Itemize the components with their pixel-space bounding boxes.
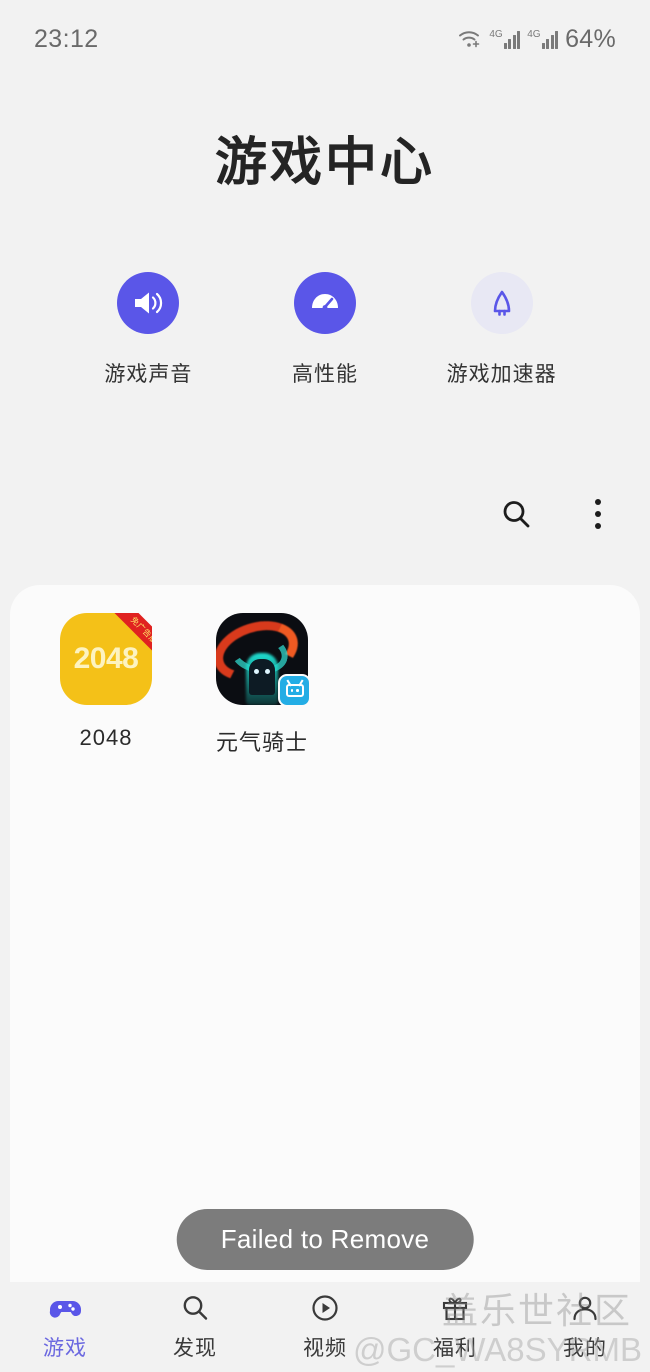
list-toolbar bbox=[494, 492, 620, 536]
battery-percent: 64% bbox=[565, 24, 616, 53]
bottom-navigation: 游戏 发现 视频 福利 我的 bbox=[0, 1282, 650, 1372]
quick-action-game-booster[interactable]: 游戏加速器 bbox=[427, 272, 577, 388]
app-icon-ribbon-badge: 免广告版 bbox=[100, 613, 152, 665]
volume-icon bbox=[117, 272, 180, 334]
signal-icon-2: 4G bbox=[527, 28, 559, 49]
nav-label: 视频 bbox=[303, 1336, 347, 1360]
nav-item-video[interactable]: 视频 bbox=[260, 1293, 390, 1362]
gamepad-icon bbox=[49, 1293, 81, 1323]
app-grid: 2048 免广告版 2048 元气骑士 bbox=[10, 585, 640, 757]
signal-bars-2 bbox=[541, 30, 559, 49]
quick-action-label: 游戏加速器 bbox=[446, 363, 557, 386]
nav-item-benefits[interactable]: 福利 bbox=[390, 1293, 520, 1362]
search-icon bbox=[180, 1293, 210, 1323]
app-label: 元气骑士 bbox=[215, 730, 308, 755]
quick-action-high-performance[interactable]: 高性能 bbox=[250, 272, 400, 388]
app-label: 2048 bbox=[79, 725, 133, 750]
wifi-icon bbox=[458, 29, 482, 49]
rocket-boost-icon bbox=[470, 272, 533, 334]
more-vertical-icon[interactable] bbox=[576, 492, 620, 536]
ribbon-label: 免广告版 bbox=[110, 613, 152, 665]
status-indicators: 4G 4G 64% bbox=[458, 25, 616, 54]
signal-label-2: 4G bbox=[527, 28, 541, 40]
search-icon[interactable] bbox=[494, 492, 538, 536]
app-item-soul-knight[interactable]: 元气骑士 bbox=[184, 613, 340, 757]
quick-action-label: 游戏声音 bbox=[104, 363, 193, 386]
phone-screen: 23:12 4G 4G 64% 游戏中心 游戏声音 高性能 游戏加速器 2048… bbox=[0, 0, 650, 1372]
app-icon-wrapper bbox=[216, 613, 311, 707]
play-circle-icon bbox=[310, 1293, 340, 1323]
status-bar: 23:12 4G 4G 64% bbox=[0, 0, 650, 78]
nav-label: 游戏 bbox=[43, 1336, 87, 1360]
status-time: 23:12 bbox=[34, 24, 99, 53]
quick-actions-row: 游戏声音 高性能 游戏加速器 bbox=[0, 272, 650, 388]
nav-item-games[interactable]: 游戏 bbox=[0, 1293, 130, 1362]
nav-item-mine[interactable]: 我的 bbox=[520, 1293, 650, 1362]
signal-bars-1 bbox=[503, 30, 521, 49]
quick-action-label: 高性能 bbox=[291, 363, 358, 386]
signal-label-1: 4G bbox=[489, 28, 503, 40]
page-title: 游戏中心 bbox=[214, 134, 435, 192]
performance-gauge-icon bbox=[293, 272, 356, 334]
gift-icon bbox=[441, 1293, 469, 1323]
nav-item-discover[interactable]: 发现 bbox=[130, 1293, 260, 1362]
signal-icon-1: 4G bbox=[489, 28, 521, 49]
person-icon bbox=[571, 1293, 599, 1323]
bilibili-badge-icon bbox=[278, 674, 311, 707]
app-icon-wrapper: 2048 免广告版 bbox=[60, 613, 152, 705]
nav-label: 发现 bbox=[173, 1336, 217, 1360]
toast-message: Failed to Remove bbox=[176, 1209, 474, 1270]
app-item-2048[interactable]: 2048 免广告版 2048 bbox=[28, 613, 184, 757]
quick-action-game-sound[interactable]: 游戏声音 bbox=[73, 272, 223, 388]
nav-label: 我的 bbox=[563, 1336, 607, 1360]
nav-label: 福利 bbox=[433, 1336, 477, 1360]
